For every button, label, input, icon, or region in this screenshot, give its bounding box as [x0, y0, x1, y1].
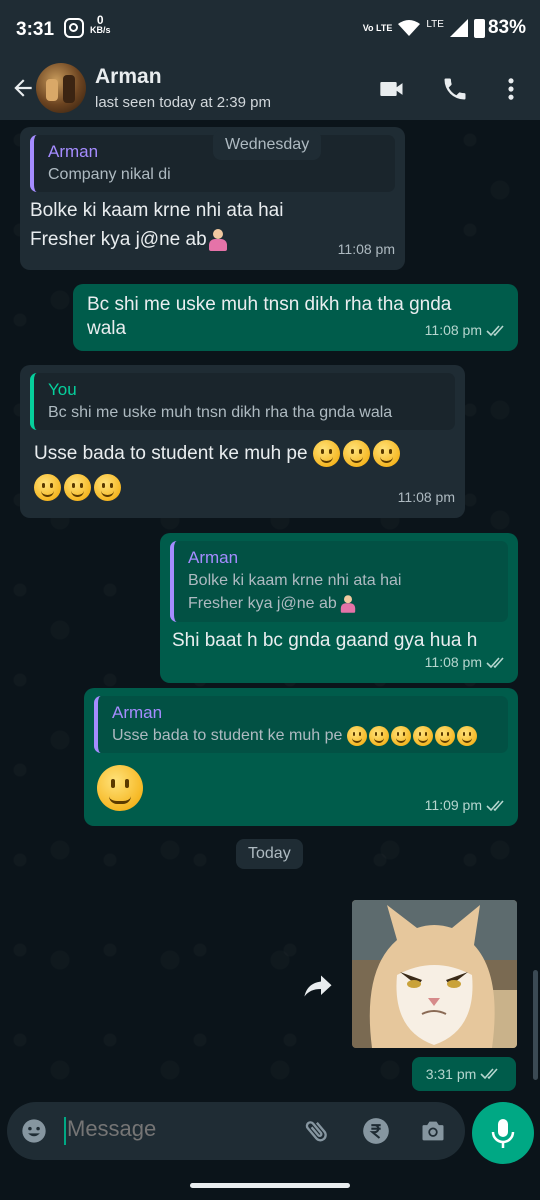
reply-quote[interactable]: You Bc shi me uske muh tnsn dikh rha tha…: [30, 373, 455, 430]
message-text: Usse bada to student ke muh pe: [30, 434, 455, 502]
volte-icon: Vo LTE: [362, 22, 393, 33]
image-message-time: 3:31 pm: [412, 1057, 516, 1091]
gesture-handle[interactable]: [190, 1183, 350, 1188]
smiley-emoji: [94, 474, 121, 502]
smiley-emoji: [347, 726, 368, 746]
message-time: 11:08 pm: [425, 648, 508, 677]
back-arrow-icon[interactable]: [10, 75, 36, 101]
status-time: 3:31: [16, 19, 55, 40]
rupee-payment-icon[interactable]: [362, 1117, 390, 1145]
person-shrugging-emoji: [207, 228, 229, 252]
double-tick-icon: [486, 799, 504, 811]
battery-percent: 83%: [487, 17, 526, 38]
smiley-emoji: [457, 726, 478, 746]
double-tick-icon: [486, 324, 504, 336]
emoji-row: [34, 473, 455, 502]
smiley-emoji: [413, 726, 434, 746]
message-input-bar: [7, 1102, 465, 1160]
message-time: 11:09 pm: [425, 791, 508, 820]
more-vert-icon[interactable]: [497, 75, 525, 103]
instagram-notification-icon: [64, 18, 84, 38]
message-time: 11:08 pm: [398, 483, 455, 512]
quote-sender: You: [48, 380, 77, 399]
message-bubble-outgoing[interactable]: Arman Bolke ki kaam krne nhi ata hai Fre…: [160, 533, 518, 683]
quote-sender: Arman: [112, 703, 163, 722]
message-bubble-outgoing[interactable]: Bc shi me uske muh tnsn dikh rha tha gnd…: [73, 284, 518, 351]
mic-button[interactable]: [472, 1102, 534, 1164]
network-speed: 0 KB/s: [90, 13, 111, 35]
battery: 83%: [473, 17, 526, 39]
lte-label: LTE: [426, 18, 444, 30]
smiley-emoji: [391, 726, 412, 746]
message-bubble-incoming[interactable]: You Bc shi me uske muh tnsn dikh rha tha…: [20, 365, 465, 518]
message-bubble-outgoing[interactable]: Arman Usse bada to student ke muh pe 11:…: [84, 688, 518, 826]
contact-avatar[interactable]: [36, 63, 86, 113]
system-nav-bar: [0, 1165, 540, 1200]
smiley-emoji: [342, 440, 370, 468]
smiley-emoji: [369, 726, 390, 746]
network-speed-value: 0: [96, 13, 104, 27]
double-tick-icon: [486, 656, 504, 668]
message-input[interactable]: [67, 1116, 287, 1142]
quote-text: Company nikal di: [48, 166, 171, 183]
message-time: 11:08 pm: [338, 235, 395, 264]
smiley-emoji: [64, 474, 91, 502]
double-tick-icon: [480, 1068, 498, 1080]
contact-name[interactable]: Arman: [95, 65, 162, 89]
mic-icon: [491, 1119, 515, 1148]
message-line: Bc shi me uske muh tnsn dikh rha tha gnd…: [87, 294, 452, 315]
message-line: Bolke ki kaam krne nhi ata hai: [30, 200, 284, 221]
forward-icon[interactable]: [300, 968, 336, 1004]
scroll-indicator[interactable]: [533, 970, 538, 1080]
date-chip-wednesday: Wednesday: [213, 130, 322, 160]
message-time-text: 3:31 pm: [425, 1066, 477, 1082]
quote-text-line: Fresher kya j@ne ab: [188, 595, 337, 612]
wifi-icon: [398, 20, 421, 36]
smiley-emoji: [97, 765, 143, 811]
message-time-text: 11:08 pm: [337, 241, 395, 257]
status-right: Vo LTE LTE 83%: [363, 17, 526, 39]
message-time-text: 11:09 pm: [424, 797, 482, 813]
signal-icon: [449, 19, 468, 37]
smiley-emoji: [34, 474, 61, 502]
quote-text: Bc shi me uske muh tnsn dikh rha tha gnd…: [48, 404, 393, 421]
last-seen-status[interactable]: last seen today at 2:39 pm: [95, 94, 271, 111]
status-bar: 3:31 0 KB/s Vo LTE LTE 83%: [0, 0, 540, 58]
message-line: Usse bada to student ke muh pe: [34, 443, 308, 464]
date-chip-today: Today: [236, 839, 303, 869]
reply-quote[interactable]: Arman Bolke ki kaam krne nhi ata hai Fre…: [170, 541, 508, 622]
chat-header: Arman last seen today at 2:39 pm: [0, 58, 540, 120]
reply-quote[interactable]: Arman Usse bada to student ke muh pe: [94, 696, 508, 753]
smiley-emoji: [372, 440, 400, 468]
quote-text: Usse bada to student ke muh pe: [112, 727, 343, 744]
battery-icon: [473, 18, 485, 38]
video-call-icon[interactable]: [378, 75, 406, 103]
text-cursor: [64, 1117, 66, 1145]
message-time-text: 11:08 pm: [424, 322, 482, 338]
attach-icon[interactable]: [303, 1117, 331, 1145]
phone-icon[interactable]: [441, 75, 469, 103]
quote-text-line: Bolke ki kaam krne nhi ata hai: [188, 572, 402, 589]
message-time-text: 11:08 pm: [424, 654, 482, 670]
quote-sender: Arman: [188, 548, 239, 567]
emoji-icon[interactable]: [20, 1117, 48, 1145]
network-speed-unit: KB/s: [90, 25, 111, 35]
message-time-text: 11:08 pm: [397, 489, 455, 505]
message-line: Fresher kya j@ne ab: [30, 229, 207, 250]
smiley-emoji: [435, 726, 456, 746]
quote-text-row: Usse bada to student ke muh pe: [112, 725, 498, 747]
camera-icon[interactable]: [419, 1117, 447, 1145]
smiley-emoji: [312, 440, 340, 468]
message-time: 11:08 pm: [425, 316, 508, 345]
chat-area[interactable]: Arman Company nikal di Bolke ki kaam krn…: [0, 120, 540, 1102]
cat-photo: [352, 900, 517, 1048]
quote-text-line-wrap: Fresher kya j@ne ab: [188, 592, 498, 616]
image-message[interactable]: [352, 900, 517, 1048]
person-shrugging-emoji: [339, 594, 357, 613]
